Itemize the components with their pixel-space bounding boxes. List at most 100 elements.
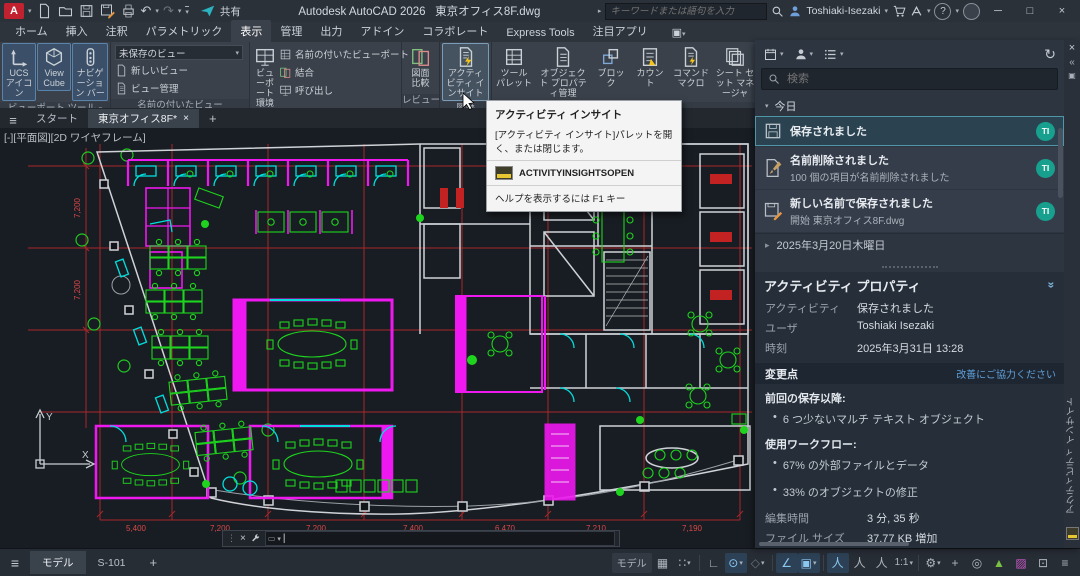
object-snap-tracking-icon[interactable]: ∠ bbox=[776, 553, 798, 573]
palette-pin-icon[interactable]: ▣ bbox=[1068, 71, 1076, 80]
new-view-button[interactable]: 新しいビュー bbox=[115, 62, 245, 78]
tab-output[interactable]: 出力 bbox=[311, 20, 351, 42]
file-tab-start[interactable]: スタート bbox=[26, 109, 88, 128]
panel-label-named-views[interactable]: 名前の付いたビュー bbox=[111, 99, 249, 108]
command-input[interactable]: ▭ ▾ | bbox=[265, 531, 615, 546]
qat-customize-caret-icon[interactable]: ▾ bbox=[185, 6, 189, 16]
date-filter-button[interactable]: ▾ bbox=[763, 47, 784, 62]
open-folder-icon[interactable] bbox=[57, 3, 74, 19]
file-tab-document[interactable]: 東京オフィス8F*× bbox=[88, 109, 199, 128]
activity-item-purged[interactable]: 名前削除されました 100 個の項目が名前削除されました TI bbox=[755, 147, 1064, 189]
file-tab-new-icon[interactable]: + bbox=[199, 109, 227, 128]
share-label[interactable]: 共有 bbox=[220, 4, 241, 19]
named-viewports-button[interactable]: 名前の付いたビューポート bbox=[279, 46, 409, 62]
redo-icon[interactable]: ↷ bbox=[163, 3, 174, 19]
command-macros-button[interactable]: コマンド マクロ bbox=[670, 43, 712, 91]
model-space-toggle[interactable]: モデル bbox=[612, 553, 652, 573]
user-avatar-icon[interactable] bbox=[788, 4, 802, 18]
help-icon[interactable]: ? bbox=[934, 3, 951, 20]
plot-icon[interactable] bbox=[120, 3, 137, 19]
autoscale-icon[interactable]: 人 bbox=[849, 553, 871, 573]
command-close-icon[interactable]: × bbox=[240, 533, 246, 544]
tab-featured-apps[interactable]: 注目アプリ bbox=[584, 20, 657, 42]
viewcube-button[interactable]: View Cube bbox=[37, 43, 71, 91]
tab-view[interactable]: 表示 bbox=[231, 20, 271, 42]
viewport-controls[interactable]: [-][平面図][2D ワイヤフレーム] bbox=[4, 130, 146, 145]
properties-palette-button[interactable]: オブジェクト プロパティ管理 bbox=[535, 43, 591, 101]
horizontal-scrollbar[interactable] bbox=[759, 542, 909, 546]
isodraft-icon[interactable]: ◇▾ bbox=[747, 553, 769, 573]
layout-tab-s101[interactable]: S-101 bbox=[86, 553, 138, 573]
palette-search-input[interactable] bbox=[785, 72, 1051, 86]
ucs-icon-button[interactable]: UCS アイコン bbox=[2, 43, 36, 101]
palette-close-icon[interactable]: × bbox=[1069, 42, 1075, 54]
tab-addins[interactable]: アドイン bbox=[351, 20, 413, 42]
annotation-scale-value[interactable]: 1:1▾ bbox=[893, 553, 915, 573]
restore-viewport-button[interactable]: 呼び出し bbox=[279, 82, 409, 98]
list-scrollbar[interactable] bbox=[1058, 128, 1063, 198]
tab-home[interactable]: ホーム bbox=[6, 20, 57, 42]
notification-icon[interactable] bbox=[963, 3, 980, 20]
annotation-visibility-icon[interactable]: 人 bbox=[827, 553, 849, 573]
command-grip-icon[interactable]: ⋮ bbox=[227, 533, 236, 544]
undo-icon[interactable]: ↶ bbox=[141, 3, 152, 19]
section-older-date[interactable]: ▸ 2025年3月20日木曜日 bbox=[755, 233, 1064, 256]
search-icon[interactable] bbox=[771, 5, 784, 18]
autocad-logo[interactable]: A bbox=[4, 3, 24, 19]
tab-manage[interactable]: 管理 bbox=[271, 20, 311, 42]
layout-tab-model[interactable]: モデル bbox=[30, 551, 86, 574]
polar-tracking-icon[interactable]: ⊙▾ bbox=[725, 553, 747, 573]
app-menu-caret-icon[interactable]: ▾ bbox=[28, 7, 32, 15]
view-manager-button[interactable]: ビュー管理 bbox=[115, 80, 245, 96]
navigation-bar-button[interactable]: ナビゲーション バー bbox=[72, 43, 108, 101]
autodesk-mark-icon[interactable] bbox=[910, 5, 923, 18]
clean-screen-icon[interactable]: ⊡ bbox=[1032, 553, 1054, 573]
hardware-acceleration-icon[interactable]: ▨ bbox=[1010, 553, 1032, 573]
close-button[interactable]: × bbox=[1048, 1, 1076, 21]
autodesk-menu-caret-icon[interactable]: ▾ bbox=[927, 7, 931, 15]
blocks-palette-button[interactable]: ブロック bbox=[592, 43, 630, 91]
tab-insert[interactable]: 挿入 bbox=[57, 20, 97, 42]
restore-button[interactable]: □ bbox=[1016, 1, 1044, 21]
status-menu-icon[interactable]: ≡ bbox=[1054, 553, 1076, 573]
undo-caret-icon[interactable]: ▾ bbox=[155, 7, 159, 15]
user-menu-caret-icon[interactable]: ▾ bbox=[884, 7, 888, 15]
signed-in-user[interactable]: Toshiaki-Isezaki bbox=[806, 5, 880, 17]
minimize-button[interactable]: ─ bbox=[984, 1, 1012, 21]
snap-mode-icon[interactable]: ∷▾ bbox=[674, 553, 696, 573]
share-icon[interactable] bbox=[199, 3, 216, 19]
drawing-compare-button[interactable]: 図面 比較 bbox=[404, 43, 437, 91]
sheet-set-manager-button[interactable]: シート セット マネージャ bbox=[713, 43, 757, 101]
workspace-gear-icon[interactable]: ⚙▾ bbox=[922, 553, 944, 573]
join-viewports-button[interactable]: 結合 bbox=[279, 64, 409, 80]
palette-search[interactable] bbox=[761, 68, 1058, 90]
tab-express-tools[interactable]: Express Tools bbox=[497, 24, 583, 42]
tab-parametric[interactable]: パラメトリック bbox=[137, 20, 232, 42]
layout-tab-new-icon[interactable]: + bbox=[138, 551, 170, 574]
properties-collapse-icon[interactable]: » bbox=[1045, 282, 1059, 289]
global-search-input[interactable] bbox=[605, 3, 767, 20]
activity-item-saved[interactable]: 保存されました TI bbox=[755, 116, 1064, 146]
command-recent-icon[interactable]: ▭ bbox=[268, 534, 276, 543]
command-recent-caret-icon[interactable]: ▾ bbox=[277, 535, 281, 543]
refresh-icon[interactable]: ↻ bbox=[1044, 46, 1056, 63]
palette-autohide-icon[interactable]: « bbox=[1069, 57, 1075, 68]
view-options-button[interactable]: ▾ bbox=[823, 47, 844, 62]
grid-display-icon[interactable]: ▦ bbox=[652, 553, 674, 573]
object-snap-icon[interactable]: ▣▾ bbox=[798, 553, 820, 573]
activity-item-saved-as[interactable]: 新しい名前で保存されました 開始 東京オフィス8F.dwg TI bbox=[755, 190, 1064, 232]
tool-palettes-button[interactable]: ツール パレット bbox=[494, 43, 534, 91]
isolate-objects-icon[interactable]: ◎ bbox=[966, 553, 988, 573]
search-type-caret-icon[interactable]: ▸ bbox=[598, 7, 602, 15]
app-store-cart-icon[interactable] bbox=[892, 4, 906, 18]
tab-annotate[interactable]: 注釈 bbox=[97, 20, 137, 42]
save-icon[interactable] bbox=[78, 3, 95, 19]
redo-caret-icon[interactable]: ▾ bbox=[178, 7, 182, 15]
section-today[interactable]: ▾ 今日 bbox=[755, 96, 1064, 116]
new-file-icon[interactable] bbox=[36, 3, 53, 19]
panel-label-review[interactable]: レビュー bbox=[402, 94, 439, 108]
user-filter-button[interactable]: ▾ bbox=[794, 47, 814, 61]
file-tab-close-icon[interactable]: × bbox=[183, 113, 189, 124]
layout-menu-icon[interactable]: ≡ bbox=[0, 555, 30, 571]
help-menu-caret-icon[interactable]: ▾ bbox=[955, 7, 959, 15]
